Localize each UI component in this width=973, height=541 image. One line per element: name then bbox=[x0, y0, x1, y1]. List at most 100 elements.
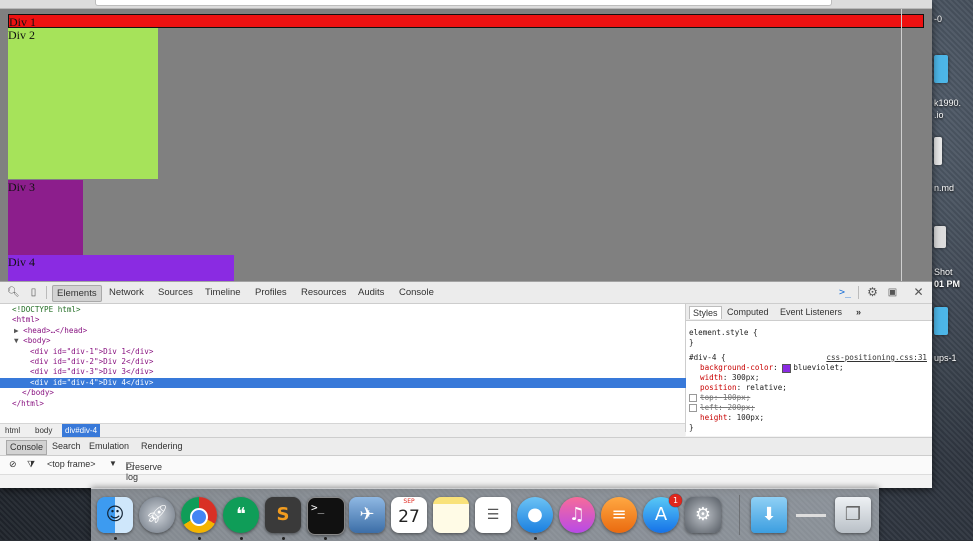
tab-resources[interactable]: Resources bbox=[297, 285, 350, 300]
style-prop-top-disabled[interactable]: top: 100px; bbox=[689, 393, 929, 403]
rule-selector-text: #div-4 { bbox=[689, 353, 726, 362]
element-style-selector[interactable]: element.style { bbox=[689, 328, 929, 338]
trash-icon[interactable]: ❒ bbox=[835, 497, 871, 533]
chrome-icon[interactable] bbox=[181, 497, 217, 533]
dock-side-icon[interactable]: ▣ bbox=[887, 287, 898, 298]
drawer-tab-emulation[interactable]: Emulation bbox=[86, 440, 132, 453]
desktop-file-icon[interactable] bbox=[934, 307, 948, 335]
browser-window: Div 1 Div 2 Div 3 Div 4 🔍︎ ▯ Elements Ne… bbox=[0, 0, 932, 488]
page-edge-line bbox=[901, 9, 902, 281]
desktop-label: ups-1 bbox=[934, 353, 957, 363]
tab-computed[interactable]: Computed bbox=[724, 306, 772, 318]
more-tabs-chevron-icon[interactable]: » bbox=[853, 306, 864, 318]
tab-elements[interactable]: Elements bbox=[52, 285, 102, 302]
frame-selector[interactable]: <top frame> bbox=[47, 459, 96, 469]
gear-icon[interactable]: ⚙ bbox=[867, 286, 878, 298]
filter-icon[interactable]: ⧩ bbox=[27, 459, 35, 470]
tab-console[interactable]: Console bbox=[395, 285, 438, 300]
prop-name: left bbox=[700, 403, 719, 412]
downloads-folder-icon[interactable]: ⬇ bbox=[751, 497, 787, 533]
messages-icon[interactable]: ● bbox=[517, 497, 553, 533]
rule-source-link[interactable]: css-positioning.css:31 bbox=[826, 353, 927, 363]
rule-selector[interactable]: #div-4 { css-positioning.css:31 bbox=[689, 353, 929, 363]
elements-tree: <!DOCTYPE html> <html> ▶ <head>…</head> … bbox=[0, 304, 715, 432]
div-2: Div 2 bbox=[8, 28, 158, 179]
tab-profiles[interactable]: Profiles bbox=[251, 285, 291, 300]
dom-node-div-4-selected[interactable]: <div id="div-4">Div 4</div> bbox=[0, 377, 715, 389]
dom-node-head[interactable]: ▶ <head>…</head> bbox=[0, 326, 699, 336]
prop-name: background-color bbox=[700, 363, 774, 372]
drawer-tab-console[interactable]: Console bbox=[6, 440, 48, 455]
dom-node-div-3[interactable]: <div id="div-3">Div 3</div> bbox=[0, 367, 715, 377]
tab-timeline[interactable]: Timeline bbox=[201, 285, 245, 300]
app-store-icon[interactable]: A1 bbox=[643, 494, 682, 533]
div-4: Div 4 bbox=[8, 255, 234, 281]
browser-toolbar bbox=[0, 0, 932, 9]
clear-console-icon[interactable]: ⊘ bbox=[9, 459, 17, 470]
prop-value: blueviolet; bbox=[793, 363, 844, 372]
inspect-search-icon[interactable]: 🔍︎ bbox=[7, 287, 20, 298]
dock-divider bbox=[739, 495, 740, 535]
style-prop-background-color[interactable]: background-color: blueviolet; bbox=[689, 363, 932, 373]
div-1: Div 1 bbox=[8, 14, 924, 29]
dom-node-doctype[interactable]: <!DOCTYPE html> bbox=[0, 305, 697, 315]
tab-styles[interactable]: Styles bbox=[689, 306, 722, 319]
drawer-tab-rendering[interactable]: Rendering bbox=[138, 440, 186, 453]
desktop-file-icon[interactable] bbox=[934, 137, 942, 165]
system-preferences-icon[interactable]: ⚙ bbox=[685, 497, 721, 533]
dom-node-body-close[interactable]: </body> bbox=[0, 388, 707, 398]
itunes-icon[interactable]: ♫ bbox=[559, 497, 595, 533]
collapse-triangle-icon[interactable]: ▼ bbox=[14, 336, 23, 345]
dom-node-body[interactable]: ▼ <body> bbox=[0, 336, 699, 346]
hangouts-icon[interactable]: ❝ bbox=[223, 497, 259, 533]
breadcrumb: html body div#div-4 bbox=[0, 423, 685, 437]
stack-icon[interactable] bbox=[793, 497, 829, 533]
desktop-label: -0 bbox=[934, 14, 943, 24]
tab-event-listeners[interactable]: Event Listeners bbox=[777, 306, 845, 318]
terminal-icon[interactable]: >_ bbox=[307, 497, 345, 535]
drawer-tabs: Console Search Emulation Rendering bbox=[0, 437, 932, 456]
breadcrumb-body[interactable]: body bbox=[32, 424, 55, 437]
styles-tabs: Styles Computed Event Listeners » bbox=[686, 304, 932, 321]
property-toggle-checkbox[interactable] bbox=[689, 404, 697, 412]
device-mode-icon[interactable]: ▯ bbox=[28, 287, 39, 298]
style-prop-width[interactable]: width: 300px; bbox=[689, 373, 932, 383]
desktop-file-icon[interactable] bbox=[934, 55, 948, 83]
tab-sources[interactable]: Sources bbox=[154, 285, 197, 300]
address-bar[interactable] bbox=[95, 0, 832, 6]
dom-node-html-close[interactable]: </html> bbox=[0, 399, 697, 409]
breadcrumb-html[interactable]: html bbox=[2, 424, 23, 437]
drawer-tab-search[interactable]: Search bbox=[49, 440, 84, 453]
style-prop-height[interactable]: height: 100px; bbox=[689, 413, 932, 423]
property-toggle-checkbox[interactable] bbox=[689, 394, 697, 402]
style-prop-left-disabled[interactable]: left: 200px; bbox=[689, 403, 929, 413]
div-3: Div 3 bbox=[8, 180, 83, 255]
ibooks-icon[interactable]: ≡ bbox=[601, 497, 637, 533]
dom-node-html[interactable]: <html> bbox=[0, 315, 697, 325]
sublime-text-icon[interactable]: S bbox=[265, 497, 301, 533]
desktop-label: n.md bbox=[934, 183, 955, 193]
preview-icon[interactable]: ✈ bbox=[349, 497, 385, 533]
dom-node-div-1[interactable]: <div id="div-1">Div 1</div> bbox=[0, 347, 715, 357]
close-icon[interactable]: ✕ bbox=[913, 286, 924, 298]
launchpad-icon[interactable]: 🚀︎ bbox=[139, 497, 175, 533]
prop-name: height bbox=[700, 413, 728, 422]
chevron-down-icon[interactable]: ▼ bbox=[109, 459, 117, 468]
tab-network[interactable]: Network bbox=[105, 285, 148, 300]
style-prop-position[interactable]: position: relative; bbox=[689, 383, 932, 393]
notes-icon[interactable] bbox=[433, 497, 469, 533]
dom-node-div-2[interactable]: <div id="div-2">Div 2</div> bbox=[0, 357, 715, 367]
prop-name: position bbox=[700, 383, 737, 392]
color-swatch-icon[interactable] bbox=[782, 363, 792, 373]
console-drawer-icon[interactable]: >_ bbox=[839, 287, 851, 298]
finder-icon[interactable]: ☺ bbox=[97, 497, 133, 533]
reminders-icon[interactable]: ☰ bbox=[475, 497, 511, 533]
tab-audits[interactable]: Audits bbox=[354, 285, 388, 300]
desktop-screenshot-icon[interactable] bbox=[934, 226, 946, 248]
expand-triangle-icon[interactable]: ▶ bbox=[14, 326, 23, 335]
prop-value: 300px; bbox=[732, 373, 760, 382]
console-toolbar: ⊘ ⧩ <top frame> ▼ Preserve log bbox=[0, 456, 932, 482]
calendar-icon[interactable]: SEP 27 bbox=[391, 497, 427, 533]
prop-name: top bbox=[700, 393, 714, 402]
breadcrumb-div-4[interactable]: div#div-4 bbox=[62, 424, 101, 437]
